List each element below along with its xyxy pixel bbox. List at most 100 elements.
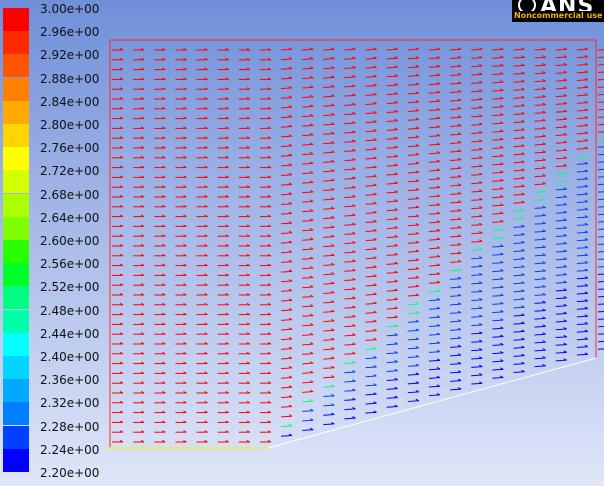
velocity-vector — [576, 138, 589, 143]
velocity-vector — [175, 155, 187, 159]
velocity-vector — [555, 202, 567, 206]
velocity-vector — [112, 332, 124, 335]
velocity-vector — [323, 281, 335, 285]
velocity-vector — [259, 332, 272, 335]
velocity-vector — [492, 211, 504, 215]
velocity-vector — [302, 380, 314, 384]
velocity-vector — [133, 136, 145, 139]
velocity-vector — [428, 194, 441, 198]
velocity-vector — [597, 191, 604, 193]
velocity-vector — [133, 214, 145, 218]
velocity-vector — [407, 152, 420, 156]
velocity-vector — [428, 263, 441, 267]
velocity-vector — [112, 136, 124, 139]
velocity-vector — [175, 146, 187, 149]
velocity-vector — [238, 146, 251, 149]
velocity-vector — [281, 279, 293, 283]
velocity-vector — [281, 211, 293, 215]
velocity-vector — [302, 218, 314, 222]
velocity-vector — [281, 433, 293, 437]
velocity-vector — [302, 75, 314, 80]
velocity-vector — [344, 240, 356, 245]
velocity-vector — [281, 163, 293, 167]
velocity-vector — [323, 197, 335, 201]
velocity-vector — [492, 137, 504, 141]
velocity-vector — [428, 220, 441, 224]
velocity-vector — [323, 300, 335, 304]
velocity-vector — [133, 410, 145, 414]
velocity-vector — [597, 116, 604, 118]
velocity-vector — [555, 86, 567, 90]
velocity-vector — [259, 410, 272, 414]
velocity-vector — [513, 55, 525, 59]
velocity-vector — [175, 332, 187, 335]
velocity-vector — [597, 176, 604, 178]
velocity-vector — [217, 440, 229, 443]
velocity-vector — [196, 371, 208, 374]
velocity-vector — [492, 293, 504, 297]
velocity-vector — [302, 408, 314, 412]
velocity-vector — [175, 371, 187, 374]
velocity-vector — [365, 110, 377, 115]
velocity-vector — [133, 146, 145, 149]
velocity-vector — [576, 306, 589, 310]
velocity-vector — [259, 263, 272, 267]
velocity-vector — [217, 204, 229, 208]
velocity-vector — [175, 400, 187, 404]
velocity-vector — [365, 310, 377, 314]
velocity-vector — [534, 55, 546, 59]
velocity-vector — [302, 256, 314, 260]
velocity-vector — [450, 378, 462, 382]
velocity-vector — [112, 185, 124, 188]
velocity-vector — [555, 358, 567, 362]
velocity-vector — [513, 289, 525, 293]
velocity-vector — [154, 273, 166, 276]
velocity-vector — [492, 121, 504, 125]
velocity-vector — [597, 198, 604, 201]
velocity-vector — [471, 356, 483, 360]
velocity-vector — [238, 351, 251, 355]
velocity-vector — [344, 47, 356, 51]
velocity-vector — [217, 244, 229, 247]
velocity-vector — [112, 293, 124, 296]
velocity-vector — [365, 74, 377, 78]
velocity-vector — [154, 283, 166, 286]
velocity-vector — [154, 57, 166, 61]
velocity-vector — [471, 172, 483, 176]
velocity-vector — [450, 259, 462, 263]
velocity-vector — [259, 440, 272, 443]
velocity-vector — [238, 48, 251, 51]
velocity-vector — [302, 389, 314, 393]
velocity-vector — [576, 260, 589, 265]
velocity-vector — [386, 127, 398, 131]
velocity-vector — [450, 72, 462, 76]
velocity-vector — [217, 97, 229, 100]
velocity-vector — [154, 97, 166, 100]
velocity-vector — [281, 259, 293, 263]
velocity-vector — [428, 159, 441, 163]
velocity-vector — [175, 57, 187, 61]
velocity-vector — [238, 116, 251, 120]
velocity-vector — [513, 329, 525, 333]
velocity-vector — [597, 108, 604, 111]
velocity-vector — [133, 244, 145, 247]
velocity-vector — [365, 328, 377, 332]
velocity-vector — [112, 253, 124, 257]
velocity-vector — [450, 55, 462, 59]
velocity-vector — [492, 80, 504, 84]
velocity-vector — [259, 400, 272, 404]
velocity-vector — [576, 207, 589, 211]
velocity-vector — [555, 55, 567, 59]
velocity-vector — [492, 112, 504, 117]
velocity-vector — [534, 86, 546, 91]
velocity-vector — [534, 71, 546, 75]
velocity-vector — [259, 165, 272, 169]
velocity-vector — [428, 133, 441, 137]
velocity-vector — [133, 342, 145, 345]
velocity-vector — [323, 84, 335, 88]
velocity-vector — [323, 375, 335, 379]
velocity-vector — [259, 253, 272, 257]
velocity-vector — [513, 111, 525, 115]
velocity-vector — [471, 381, 483, 385]
velocity-vector — [492, 367, 504, 371]
